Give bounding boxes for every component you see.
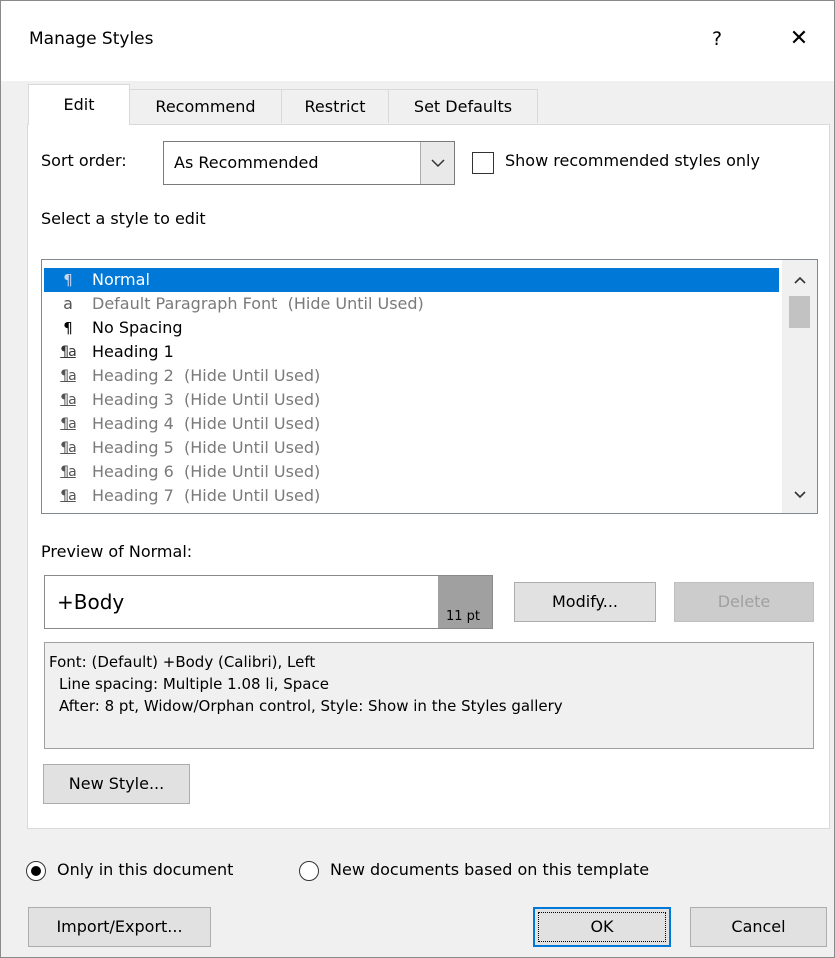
list-item-name: Heading 5 (92, 438, 174, 457)
title-bar: Manage Styles ? ✕ (1, 1, 834, 81)
new-documents-label: New documents based on this template (330, 860, 650, 879)
list-item-name: Heading 3 (92, 390, 174, 409)
linked-style-icon: ¶a (60, 440, 77, 456)
tab-restrict[interactable]: Restrict (281, 89, 389, 123)
chevron-up-icon (793, 276, 806, 284)
tab-recommend[interactable]: Recommend (129, 89, 282, 123)
list-item-heading-2[interactable]: ¶a Heading 2 (Hide Until Used) (44, 364, 779, 388)
cancel-button[interactable]: Cancel (690, 907, 827, 947)
dialog-title: Manage Styles (29, 29, 154, 49)
close-icon: ✕ (789, 26, 809, 51)
linked-style-icon: ¶a (60, 392, 77, 408)
list-item-name: Default Paragraph Font (92, 294, 278, 313)
help-button[interactable]: ? (705, 23, 729, 55)
list-item-suffix: (Hide Until Used) (184, 366, 321, 385)
manage-styles-dialog: Manage Styles ? ✕ Edit Recommend Restric… (0, 0, 835, 958)
list-item-default-paragraph-font[interactable]: a Default Paragraph Font (Hide Until Use… (44, 292, 779, 316)
show-recommended-checkbox[interactable] (472, 152, 494, 174)
paragraph-style-icon: ¶ (63, 271, 73, 289)
list-item-suffix: (Hide Until Used) (184, 438, 321, 457)
list-item-heading-4[interactable]: ¶a Heading 4 (Hide Until Used) (44, 412, 779, 436)
list-item-no-spacing[interactable]: ¶ No Spacing (44, 316, 779, 340)
list-scrollbar[interactable] (782, 260, 817, 513)
list-item-normal[interactable]: ¶ Normal (44, 268, 779, 292)
list-item-name: Heading 6 (92, 462, 174, 481)
list-item-suffix: (Hide Until Used) (184, 414, 321, 433)
linked-style-icon: ¶a (60, 416, 77, 432)
list-item-name: No Spacing (92, 318, 183, 337)
list-item-name: Heading 4 (92, 414, 174, 433)
tab-restrict-label: Restrict (304, 97, 366, 116)
sort-order-value: As Recommended (174, 153, 319, 172)
list-item-name: Heading 2 (92, 366, 174, 385)
list-item-name: Heading 1 (92, 342, 174, 361)
scroll-down-button[interactable] (782, 483, 817, 509)
ok-button[interactable]: OK (533, 907, 671, 947)
style-listbox[interactable]: ¶ Normal a Default Paragraph Font (Hide … (41, 259, 818, 514)
scroll-thumb[interactable] (789, 296, 810, 328)
list-item-heading-6[interactable]: ¶a Heading 6 (Hide Until Used) (44, 460, 779, 484)
tab-recommend-label: Recommend (155, 97, 256, 116)
chevron-down-icon (793, 491, 806, 499)
modify-button[interactable]: Modify... (514, 582, 656, 622)
character-style-icon: a (63, 294, 73, 313)
list-item-suffix: (Hide Until Used) (184, 462, 321, 481)
list-item-heading-3[interactable]: ¶a Heading 3 (Hide Until Used) (44, 388, 779, 412)
sort-order-dropdown-button[interactable] (420, 142, 454, 184)
radio-selected-dot (31, 866, 41, 876)
only-this-document-radio[interactable] (26, 861, 46, 881)
list-item-suffix: (Hide Until Used) (184, 390, 321, 409)
sort-order-select[interactable]: As Recommended (163, 141, 455, 185)
close-button[interactable]: ✕ (783, 23, 815, 55)
linked-style-icon: ¶a (60, 488, 77, 504)
tab-set-defaults-label: Set Defaults (413, 97, 513, 116)
new-style-button[interactable]: New Style... (43, 764, 190, 804)
import-export-button[interactable]: Import/Export... (28, 907, 211, 947)
list-item-suffix: (Hide Until Used) (287, 294, 424, 313)
focus-rectangle (538, 912, 666, 942)
linked-style-icon: ¶a (60, 368, 77, 384)
new-documents-radio[interactable] (299, 861, 319, 881)
tab-edit-label: Edit (63, 95, 95, 114)
list-item-name: Normal (92, 270, 150, 289)
scroll-up-button[interactable] (782, 268, 817, 294)
chevron-down-icon (431, 159, 445, 168)
tab-edit[interactable]: Edit (28, 84, 130, 125)
only-this-document-label: Only in this document (57, 860, 234, 879)
list-item-heading-7[interactable]: ¶a Heading 7 (Hide Until Used) (44, 484, 779, 508)
tab-set-defaults[interactable]: Set Defaults (388, 89, 538, 123)
paragraph-style-icon: ¶ (63, 319, 73, 337)
list-item-heading-1[interactable]: ¶a Heading 1 (44, 340, 779, 364)
list-item-heading-5[interactable]: ¶a Heading 5 (Hide Until Used) (44, 436, 779, 460)
list-item-name: Heading 7 (92, 486, 174, 505)
linked-style-icon: ¶a (60, 464, 77, 480)
linked-style-icon: ¶a (60, 344, 77, 360)
list-item-suffix: (Hide Until Used) (184, 486, 321, 505)
